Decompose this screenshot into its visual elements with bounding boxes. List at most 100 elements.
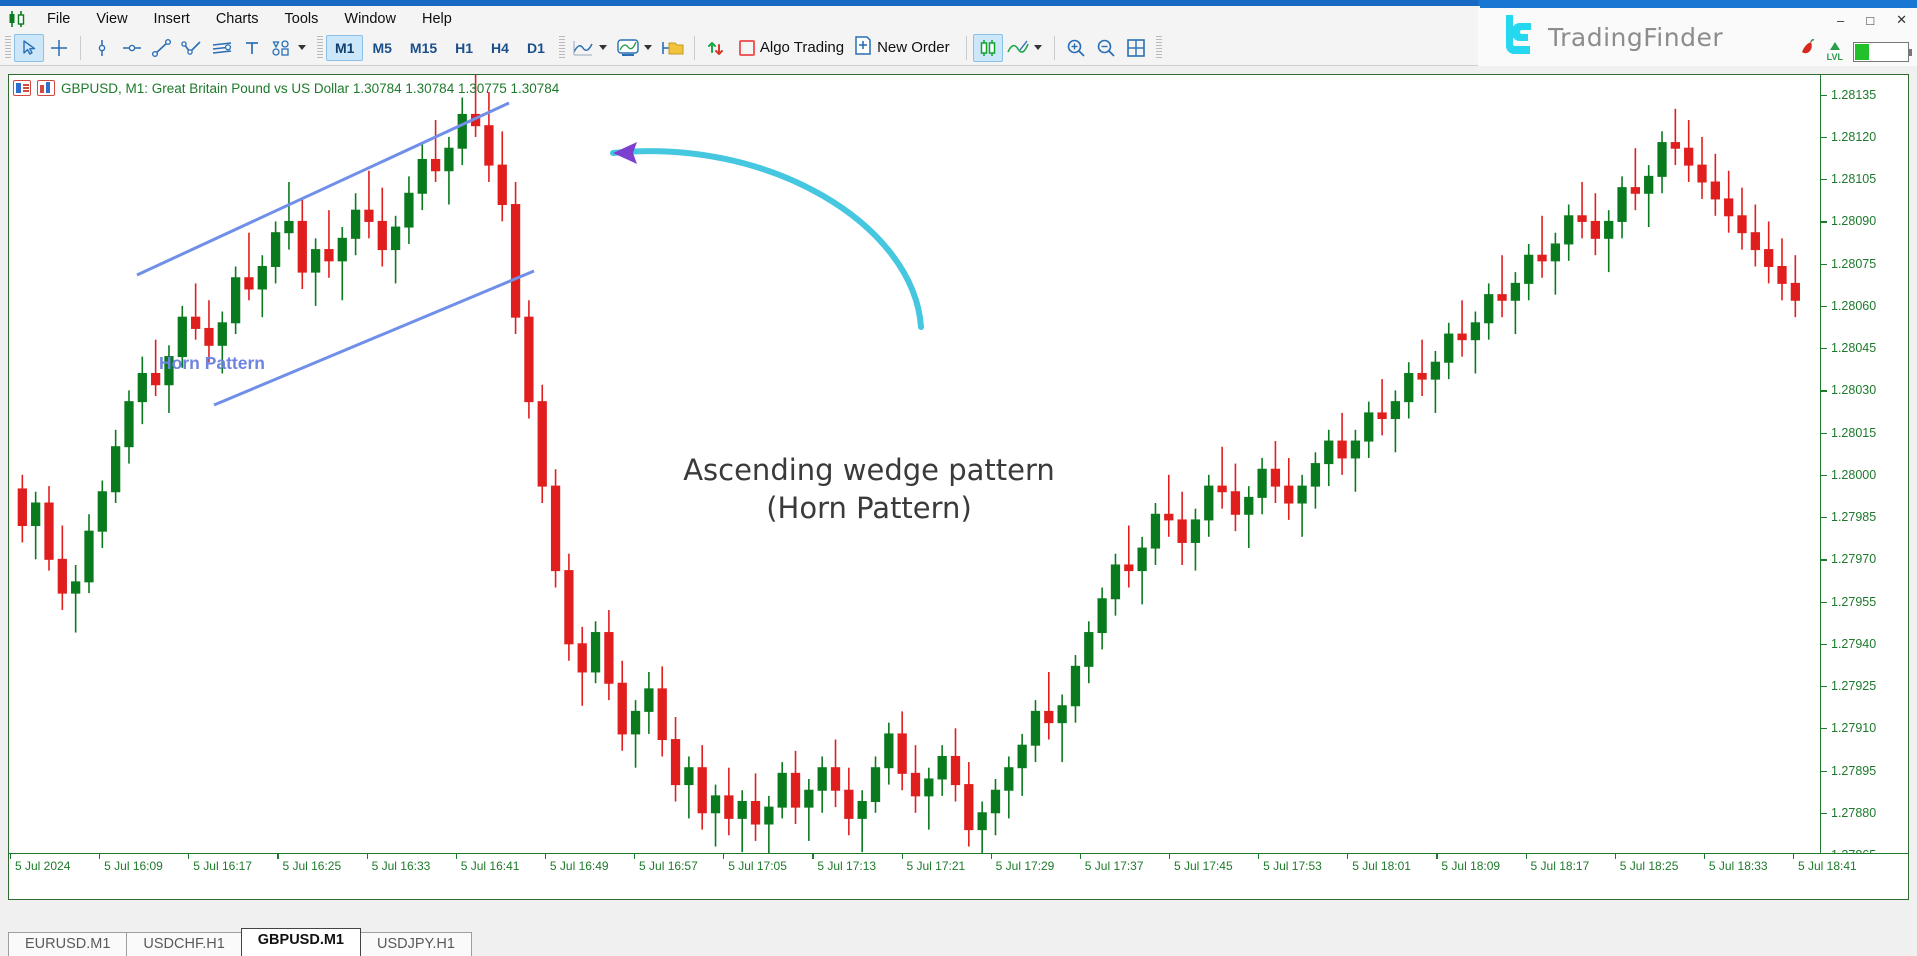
price-axis-tick: 1.27955	[1821, 595, 1876, 609]
toolbar-separator-4	[1053, 35, 1055, 60]
time-axis-tick: 5 Jul 18:33	[1703, 854, 1768, 873]
toolbar-grip-4[interactable]	[1155, 35, 1162, 60]
line-chart-icon[interactable]	[568, 34, 598, 62]
algo-trading-button[interactable]: Algo Trading	[731, 39, 854, 56]
price-axis-tick: 1.28015	[1821, 426, 1876, 440]
time-axis-tick: 5 Jul 18:17	[1525, 854, 1590, 873]
templates-folder-icon[interactable]	[658, 34, 688, 62]
arrow-cursor-icon[interactable]	[14, 33, 44, 62]
zoom-out-icon[interactable]	[1091, 34, 1121, 62]
indicator-curve-icon[interactable]	[1003, 34, 1033, 62]
price-axis-tick: 1.27880	[1821, 806, 1876, 820]
data-window-icon[interactable]	[13, 80, 31, 96]
menu-item-file[interactable]: File	[34, 9, 83, 29]
tab-eurusd-m1[interactable]: EURUSD.M1	[8, 932, 128, 956]
indicators-icon[interactable]	[613, 34, 643, 62]
price-axis-tick: 1.28075	[1821, 257, 1876, 271]
price-axis-tick: 1.27940	[1821, 637, 1876, 651]
minimize-button[interactable]: –	[1833, 13, 1848, 28]
time-axis-tick: 5 Jul 18:09	[1436, 854, 1501, 873]
trendline-icon[interactable]	[147, 34, 177, 62]
indicator-list-caret-icon[interactable]	[1033, 45, 1042, 50]
toolbar-grip[interactable]	[5, 35, 11, 60]
equidistant-channel-icon[interactable]	[207, 34, 237, 62]
timeframe-m15[interactable]: M15	[401, 35, 446, 61]
price-axis-tick: 1.28090	[1821, 214, 1876, 228]
menu-item-charts[interactable]: Charts	[203, 9, 272, 29]
tab-gbpusd-m1[interactable]: GBPUSD.M1	[240, 928, 361, 956]
toolbar-grip-3[interactable]	[558, 35, 565, 60]
auto-scroll-icon[interactable]	[701, 34, 731, 62]
price-axis-tick: 1.27970	[1821, 552, 1876, 566]
price-axis-tick: 1.27925	[1821, 679, 1876, 693]
new-order-icon	[854, 35, 872, 60]
connection-strength-bar	[1853, 41, 1912, 62]
time-axis-tick: 5 Jul 17:05	[723, 854, 787, 873]
crosshair-icon[interactable]	[44, 34, 74, 62]
horn-pattern-label: Horn Pattern	[159, 353, 265, 373]
time-axis-tick: 5 Jul 17:21	[901, 854, 966, 873]
close-button[interactable]: ✕	[1892, 12, 1911, 28]
timeframe-m1[interactable]: M1	[326, 34, 364, 61]
time-axis-tick: 5 Jul 16:17	[188, 854, 253, 873]
chart-plot-area[interactable]: Horn Pattern Ascending wedge pattern (Ho…	[9, 75, 1820, 853]
annotation-arrow-curve	[610, 148, 924, 330]
chart-title: GBPUSD, M1: Great Britain Pound vs US Do…	[61, 80, 560, 96]
time-axis-tick: 5 Jul 2024	[9, 854, 71, 873]
time-axis-tick: 5 Jul 16:57	[634, 854, 698, 873]
app-logo-icon	[0, 10, 34, 28]
horizontal-line-icon[interactable]	[117, 34, 147, 62]
new-order-button[interactable]: New Order	[854, 35, 960, 60]
time-axis-tick: 5 Jul 16:33	[366, 854, 431, 873]
maximize-button[interactable]: □	[1862, 13, 1878, 28]
chart-annotation: Ascending wedge pattern (Horn Pattern)	[569, 455, 1169, 532]
chart-window[interactable]: GBPUSD, M1: Great Britain Pound vs US Do…	[8, 74, 1909, 900]
time-axis-tick: 5 Jul 17:37	[1079, 854, 1144, 873]
time-axis-tick: 5 Jul 18:41	[1793, 854, 1857, 873]
chart-type-caret-icon[interactable]	[598, 45, 607, 50]
tradingfinder-logo-icon	[1496, 12, 1538, 63]
timeframe-h1[interactable]: H1	[446, 35, 482, 61]
candlesticks-icon[interactable]	[972, 33, 1003, 62]
menu-item-insert[interactable]: Insert	[141, 9, 203, 29]
brand-name: TradingFinder	[1548, 22, 1724, 52]
tab-usdjpy-h1[interactable]: USDJPY.H1	[360, 932, 472, 956]
price-axis[interactable]: 1.28135 1.28120 1.28105 1.28090 1.28075 1.280…	[1820, 75, 1908, 862]
toolbar-separator-1	[80, 35, 81, 60]
price-axis-tick: 1.27910	[1821, 721, 1876, 735]
shapes-dropdown-caret-icon[interactable]	[298, 45, 306, 50]
vertical-line-icon[interactable]	[87, 34, 117, 62]
indicators-caret-icon[interactable]	[643, 45, 652, 50]
price-axis-tick: 1.28105	[1821, 172, 1876, 186]
timeframe-m5[interactable]: M5	[363, 35, 400, 61]
menu-bar: File View Insert Charts Tools Window Hel…	[0, 6, 1480, 32]
annotation-line-1: Ascending wedge pattern	[683, 453, 1055, 487]
menu-item-view[interactable]: View	[83, 9, 140, 29]
timeframe-h4[interactable]: H4	[482, 35, 518, 61]
toolbar-grip-2[interactable]	[317, 35, 323, 60]
stop-square-icon	[738, 39, 755, 56]
menu-item-window[interactable]: Window	[331, 9, 409, 29]
metatrader-window: File View Insert Charts Tools Window Hel…	[0, 0, 1917, 956]
annotation-line-2: (Horn Pattern)	[766, 491, 972, 526]
time-axis-tick: 5 Jul 17:45	[1168, 854, 1233, 873]
tile-windows-icon[interactable]	[1121, 34, 1151, 62]
menu-item-tools[interactable]: Tools	[272, 9, 332, 29]
polyline-icon[interactable]	[177, 34, 207, 62]
tab-usdchf-h1[interactable]: USDCHF.H1	[126, 932, 242, 956]
time-axis[interactable]: 5 Jul 2024 5 Jul 16:09 5 Jul 16:17 5 Jul 16…	[9, 853, 1908, 899]
lvl-label: LVL	[1826, 52, 1843, 62]
chart-type-icon[interactable]	[37, 80, 55, 96]
wedge-upper-trendline	[136, 101, 510, 277]
price-axis-tick: 1.28120	[1821, 130, 1876, 144]
algo-trading-label: Algo Trading	[759, 39, 845, 56]
timeframe-d1[interactable]: D1	[518, 35, 554, 61]
price-axis-tick: 1.28000	[1821, 468, 1876, 482]
menu-item-help[interactable]: Help	[409, 9, 465, 29]
text-tool-icon[interactable]	[237, 34, 267, 62]
shapes-icon[interactable]	[267, 34, 297, 62]
time-axis-tick: 5 Jul 16:49	[544, 854, 609, 873]
price-axis-tick: 1.27895	[1821, 764, 1876, 778]
price-axis-tick: 1.28135	[1821, 88, 1876, 102]
zoom-in-icon[interactable]	[1061, 34, 1091, 62]
